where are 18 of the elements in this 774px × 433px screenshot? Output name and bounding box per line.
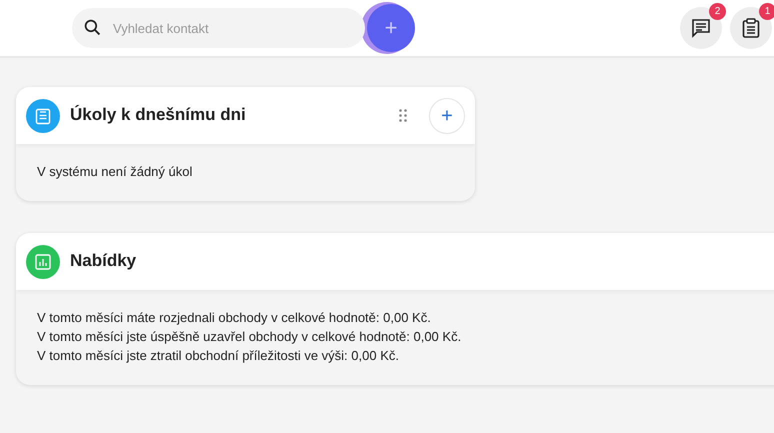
info-text: V tomto měsíci jste úspěšně uzavřel obchody v celkové hodnotě: 0,00 Kč.: [37, 328, 462, 346]
message-icon: [691, 18, 711, 38]
info-text: V tomto měsíci máte rozjednali obchody v celkové hodnotě: 0,00 Kč.: [37, 309, 431, 327]
card-title: Úkoly k dnešnímu dni: [70, 105, 246, 126]
add-button[interactable]: +: [367, 4, 415, 52]
count-badge: 2: [709, 3, 726, 20]
info-text: V tomto měsíci jste ztratil obchodní příležitosti ve výši: 0,00 Kč.: [37, 347, 399, 365]
add-button[interactable]: +: [429, 98, 465, 134]
drag-handle-icon[interactable]: [399, 109, 407, 122]
clipboard-icon: [742, 18, 760, 38]
search-field[interactable]: Vyhledat kontakt: [72, 8, 365, 48]
clipboard-icon: [35, 106, 51, 124]
messages-button[interactable]: [680, 7, 722, 49]
card-title: Nabídky: [70, 251, 136, 272]
tasks-button[interactable]: [730, 7, 772, 49]
count-badge: 1: [759, 3, 774, 20]
chart-icon: [35, 254, 51, 270]
info-text: V systému není žádný úkol: [37, 163, 192, 181]
